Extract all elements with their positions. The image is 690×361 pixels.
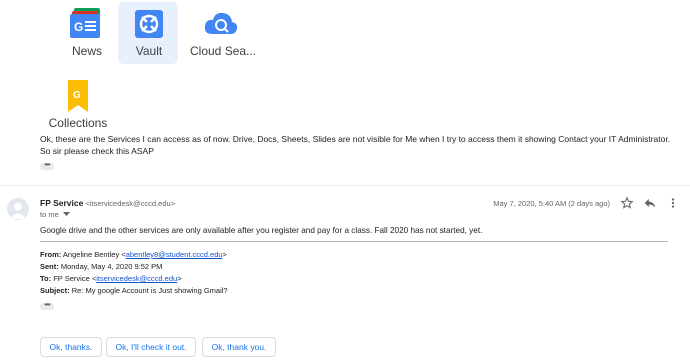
app-news[interactable]: G News — [56, 8, 118, 58]
app-news-label: News — [71, 44, 102, 58]
sender: FP Service <itservicedesk@cccd.edu> — [40, 198, 175, 208]
quoted-to: To: FP Service <itservicedesk@cccd.edu> — [40, 274, 182, 283]
quoted-to-close: > — [177, 274, 182, 283]
star-icon[interactable] — [620, 196, 634, 210]
sender-address: <itservicedesk@cccd.edu> — [85, 199, 176, 208]
quoted-to-email-link[interactable]: itservicedesk@cccd.edu — [96, 274, 177, 283]
quoted-to-label: To: — [40, 274, 52, 283]
message-divider — [0, 185, 690, 186]
sender-name[interactable]: FP Service — [40, 198, 83, 208]
quoted-subject-label: Subject: — [40, 286, 70, 295]
email-body: Google drive and the other services are … — [40, 226, 483, 235]
quoted-from-close: > — [222, 250, 227, 259]
app-cloud-search[interactable]: Cloud Sea... — [190, 8, 257, 58]
app-vault[interactable]: Vault — [118, 8, 180, 58]
quoted-to-name: FP Service < — [53, 274, 97, 283]
vault-icon — [135, 10, 163, 38]
message-date: May 7, 2020, 5:40 AM (2 days ago) — [493, 199, 610, 208]
quoted-sent: Sent: Monday, May 4, 2020 9:52 PM — [40, 262, 162, 271]
quoted-sent-label: Sent: — [40, 262, 59, 271]
previous-message-line1: Ok, these are the Services I can access … — [40, 134, 671, 144]
smart-reply-ok-thanks[interactable]: Ok, thanks. — [40, 337, 102, 357]
show-quoted-text-button[interactable]: ••• — [40, 301, 54, 310]
person-icon — [10, 202, 26, 219]
quoted-from: From: Angeline Bentley <abentley8@studen… — [40, 250, 227, 259]
quoted-from-name: Angeline Bentley < — [62, 250, 126, 259]
avatar[interactable] — [7, 198, 29, 220]
cloud-search-icon — [204, 12, 238, 34]
smart-reply-check-it-out[interactable]: Ok, I'll check it out. — [106, 337, 196, 357]
chevron-down-icon[interactable] — [62, 212, 70, 217]
recipient-label: to me — [40, 210, 59, 219]
previous-message-line2: So sir please check this ASAP — [40, 146, 154, 156]
show-trimmed-content-button[interactable]: ••• — [40, 161, 54, 170]
quoted-from-email-link[interactable]: abentley8@student.cccd.edu — [126, 250, 223, 259]
svg-text:G: G — [73, 90, 81, 101]
quoted-subject-value: Re: My google Account is Just showing Gm… — [71, 286, 228, 295]
recipient-line[interactable]: to me — [40, 210, 70, 219]
collections-icon: G — [68, 80, 88, 112]
google-news-icon: G — [70, 8, 100, 38]
smart-reply-ok-thank-you[interactable]: Ok, thank you. — [202, 337, 276, 357]
app-collections-label: Collections — [48, 116, 108, 130]
app-vault-label: Vault — [135, 44, 163, 58]
quoted-subject: Subject: Re: My google Account is Just s… — [40, 286, 228, 295]
quoted-sent-value: Monday, May 4, 2020 9:52 PM — [60, 262, 163, 271]
app-collections[interactable]: G Collections — [47, 80, 109, 130]
quoted-from-label: From: — [40, 250, 62, 259]
more-options-icon[interactable] — [668, 196, 678, 210]
reply-icon[interactable] — [643, 196, 657, 210]
quote-separator — [40, 241, 668, 242]
app-cloud-search-label: Cloud Sea... — [190, 44, 257, 58]
svg-text:G: G — [74, 20, 83, 34]
